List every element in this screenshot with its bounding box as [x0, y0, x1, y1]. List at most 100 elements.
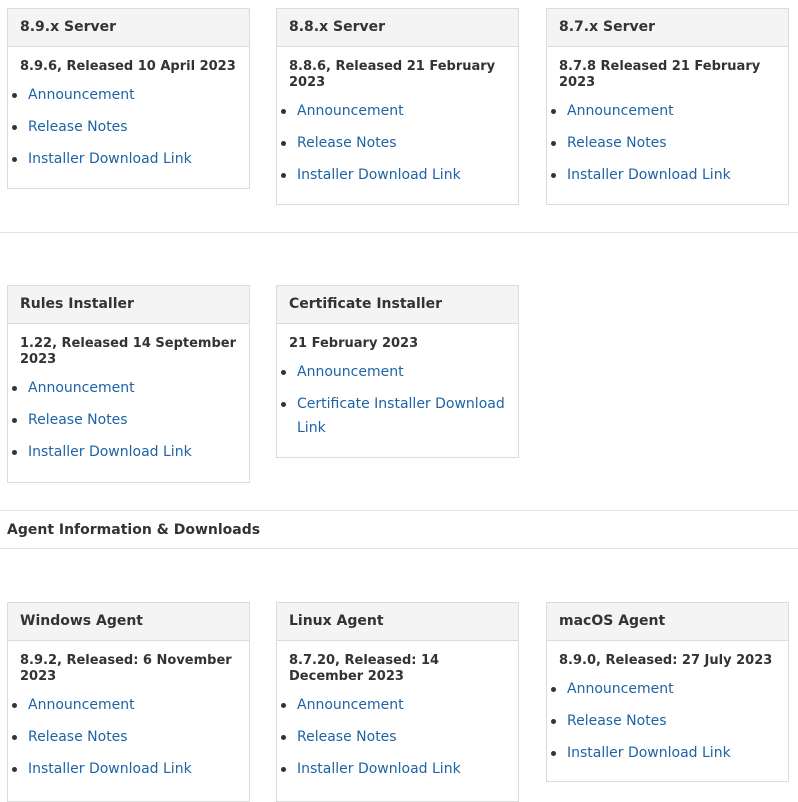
bullet-icon	[551, 109, 556, 114]
link-list: Announcement Release Notes Installer Dow…	[12, 83, 237, 171]
list-item: Installer Download Link	[281, 757, 506, 781]
bullet-icon	[12, 735, 17, 740]
release-notes-link[interactable]: Release Notes	[28, 729, 128, 745]
announcement-link[interactable]: Announcement	[28, 380, 135, 396]
card-title: Linux Agent	[277, 603, 518, 641]
card-title: 8.9.x Server	[8, 9, 249, 47]
list-item: Installer Download Link	[12, 440, 237, 464]
bullet-icon	[12, 703, 17, 708]
list-item: Installer Download Link	[281, 163, 506, 187]
installer-download-link[interactable]: Installer Download Link	[297, 167, 461, 183]
list-item: Release Notes	[12, 725, 237, 749]
certificate-installer-download-link[interactable]: Certificate Installer Download Link	[297, 396, 505, 436]
bullet-icon	[281, 109, 286, 114]
bullet-icon	[281, 173, 286, 178]
server-card-8-7: 8.7.x Server 8.7.8 Released 21 February …	[546, 8, 789, 205]
announcement-link[interactable]: Announcement	[567, 681, 674, 697]
certificate-installer-card: Certificate Installer 21 February 2023 A…	[276, 285, 519, 458]
release-info: 8.8.6, Released 21 February 2023	[289, 59, 496, 90]
list-item: Announcement	[551, 99, 776, 123]
link-list: Announcement Release Notes Installer Dow…	[551, 99, 776, 187]
installer-download-link[interactable]: Installer Download Link	[567, 745, 731, 761]
announcement-link[interactable]: Announcement	[28, 697, 135, 713]
windows-agent-card: Windows Agent 8.9.2, Released: 6 Novembe…	[7, 602, 250, 802]
list-item: Release Notes	[551, 709, 776, 733]
release-info: 8.7.8 Released 21 February 2023	[559, 59, 761, 90]
list-item: Certificate Installer Download Link	[281, 392, 506, 440]
section-divider	[0, 232, 798, 233]
bullet-icon	[281, 735, 286, 740]
installer-download-link[interactable]: Installer Download Link	[28, 151, 192, 167]
bullet-icon	[281, 767, 286, 772]
bullet-icon	[281, 141, 286, 146]
bullet-icon	[551, 751, 556, 756]
link-list: Announcement Release Notes Installer Dow…	[551, 677, 776, 765]
list-item: Installer Download Link	[551, 741, 776, 765]
release-notes-link[interactable]: Release Notes	[567, 135, 667, 151]
installer-download-link[interactable]: Installer Download Link	[567, 167, 731, 183]
release-info: 8.7.20, Released: 14 December 2023	[289, 653, 440, 684]
release-info: 8.9.6, Released 10 April 2023	[20, 59, 236, 74]
card-title: 8.8.x Server	[277, 9, 518, 47]
announcement-link[interactable]: Announcement	[28, 87, 135, 103]
list-item: Installer Download Link	[12, 147, 237, 171]
announcement-link[interactable]: Announcement	[297, 364, 404, 380]
card-title: Windows Agent	[8, 603, 249, 641]
server-card-8-9: 8.9.x Server 8.9.6, Released 10 April 20…	[7, 8, 250, 189]
release-notes-link[interactable]: Release Notes	[297, 135, 397, 151]
section-divider	[0, 510, 798, 511]
installer-download-link[interactable]: Installer Download Link	[28, 761, 192, 777]
list-item: Release Notes	[281, 131, 506, 155]
card-title: 8.7.x Server	[547, 9, 788, 47]
release-info: 8.9.2, Released: 6 November 2023	[20, 653, 232, 684]
list-item: Announcement	[551, 677, 776, 701]
list-item: Announcement	[281, 693, 506, 717]
bullet-icon	[551, 141, 556, 146]
bullet-icon	[12, 418, 17, 423]
bullet-icon	[12, 450, 17, 455]
announcement-link[interactable]: Announcement	[297, 697, 404, 713]
announcement-link[interactable]: Announcement	[297, 103, 404, 119]
bullet-icon	[551, 173, 556, 178]
list-item: Release Notes	[12, 408, 237, 432]
link-list: Announcement Release Notes Installer Dow…	[281, 693, 506, 781]
card-title: Rules Installer	[8, 286, 249, 324]
list-item: Announcement	[12, 376, 237, 400]
announcement-link[interactable]: Announcement	[567, 103, 674, 119]
bullet-icon	[12, 386, 17, 391]
bullet-icon	[12, 157, 17, 162]
bullet-icon	[12, 767, 17, 772]
bullet-icon	[281, 703, 286, 708]
section-divider	[0, 548, 798, 549]
rules-installer-card: Rules Installer 1.22, Released 14 Septem…	[7, 285, 250, 483]
bullet-icon	[281, 370, 286, 375]
release-notes-link[interactable]: Release Notes	[28, 412, 128, 428]
bullet-icon	[551, 719, 556, 724]
bullet-icon	[281, 402, 286, 407]
server-card-8-8: 8.8.x Server 8.8.6, Released 21 February…	[276, 8, 519, 205]
list-item: Installer Download Link	[551, 163, 776, 187]
bullet-icon	[12, 93, 17, 98]
release-notes-link[interactable]: Release Notes	[28, 119, 128, 135]
release-notes-link[interactable]: Release Notes	[297, 729, 397, 745]
release-notes-link[interactable]: Release Notes	[567, 713, 667, 729]
list-item: Announcement	[12, 83, 237, 107]
agent-section-title: Agent Information & Downloads	[7, 522, 261, 538]
release-info: 1.22, Released 14 September 2023	[20, 336, 237, 367]
bullet-icon	[551, 687, 556, 692]
link-list: Announcement Release Notes Installer Dow…	[12, 693, 237, 781]
list-item: Announcement	[281, 360, 506, 384]
list-item: Release Notes	[551, 131, 776, 155]
list-item: Announcement	[281, 99, 506, 123]
linux-agent-card: Linux Agent 8.7.20, Released: 14 Decembe…	[276, 602, 519, 802]
macos-agent-card: macOS Agent 8.9.0, Released: 27 July 202…	[546, 602, 789, 782]
release-info: 21 February 2023	[289, 336, 419, 351]
installer-download-link[interactable]: Installer Download Link	[297, 761, 461, 777]
bullet-icon	[12, 125, 17, 130]
card-title: macOS Agent	[547, 603, 788, 641]
installer-download-link[interactable]: Installer Download Link	[28, 444, 192, 460]
list-item: Installer Download Link	[12, 757, 237, 781]
release-info: 8.9.0, Released: 27 July 2023	[559, 653, 773, 668]
list-item: Release Notes	[12, 115, 237, 139]
link-list: Announcement Certificate Installer Downl…	[281, 360, 506, 440]
